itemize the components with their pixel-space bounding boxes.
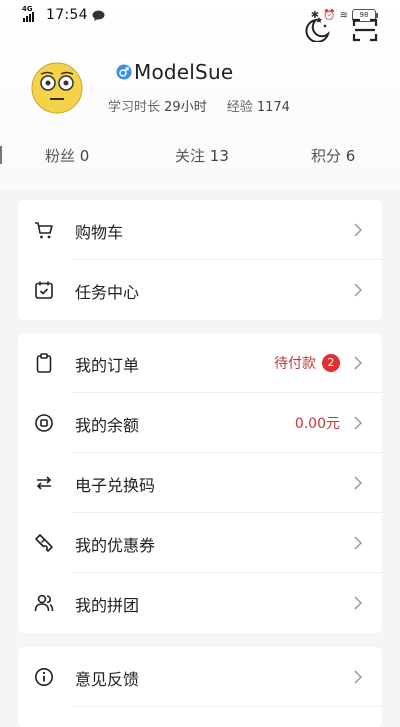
menu-item-orders[interactable]: 我的订单 待付款 2 — [18, 333, 382, 393]
menu-item-group-buy[interactable]: 我的拼团 — [18, 573, 382, 633]
menu-card-shopping: 购物车 任务中心 — [18, 200, 382, 320]
username-row: ModelSue — [116, 60, 233, 84]
ticket-icon — [35, 534, 53, 552]
chevron-right-icon — [354, 536, 362, 550]
balance-value: 0.00元 — [294, 416, 340, 432]
group-icon — [34, 594, 54, 612]
order-status: 待付款 — [274, 356, 316, 372]
divider — [72, 706, 382, 707]
coin-icon — [35, 414, 53, 432]
status-time: 17:54 — [46, 7, 88, 23]
exchange-icon — [36, 476, 52, 490]
chevron-right-icon — [354, 416, 362, 430]
chevron-right-icon — [354, 223, 362, 237]
signal-icon: 4G — [22, 5, 42, 23]
learning-stats: 学习时长 29小时 经验 1174 — [108, 96, 290, 115]
male-gender-icon — [116, 64, 132, 80]
calendar-check-icon — [35, 281, 53, 299]
social-stats: 粉丝 0 关注 13 积分 6 — [0, 140, 400, 170]
following-stat[interactable]: 关注 13 — [175, 145, 229, 166]
menu-item-coupons[interactable]: 我的优惠券 — [18, 513, 382, 573]
status-bar: 4G 17:54 ✱ ⏰ ≋ 98 — [0, 0, 400, 32]
menu-item-cart[interactable]: 购物车 — [18, 200, 382, 260]
menu-card-orders: 我的订单 待付款 2 我的余额 0.00元 电子兑换码 我的优惠券 我的拼团 — [18, 333, 382, 633]
chevron-right-icon — [354, 356, 362, 370]
chevron-right-icon — [354, 283, 362, 297]
experience-stat: 经验 1174 — [226, 100, 290, 115]
avatar[interactable] — [31, 62, 83, 114]
order-count-badge: 2 — [322, 354, 340, 372]
message-icon — [92, 10, 105, 21]
menu-item-feedback[interactable]: 意见反馈 — [18, 647, 382, 707]
chevron-right-icon — [354, 670, 362, 684]
chevron-right-icon — [354, 476, 362, 490]
study-time-stat: 学习时长 29小时 — [108, 100, 207, 115]
wifi-icon: ≋ — [339, 10, 348, 21]
night-mode-icon[interactable] — [302, 12, 330, 42]
menu-item-task-center[interactable]: 任务中心 — [18, 260, 382, 320]
menu-card-support: 意见反馈 — [18, 647, 382, 727]
info-icon — [35, 668, 53, 686]
clipboard-icon — [36, 353, 52, 373]
cart-icon — [35, 222, 53, 239]
menu-item-redeem-code[interactable]: 电子兑换码 — [18, 453, 382, 513]
scan-icon[interactable] — [352, 18, 378, 42]
menu-item-balance[interactable]: 我的余额 0.00元 — [18, 393, 382, 453]
points-stat[interactable]: 积分 6 — [311, 145, 355, 166]
fans-stat[interactable]: 粉丝 0 — [45, 145, 89, 166]
username[interactable]: ModelSue — [134, 60, 233, 84]
chevron-right-icon — [354, 596, 362, 610]
